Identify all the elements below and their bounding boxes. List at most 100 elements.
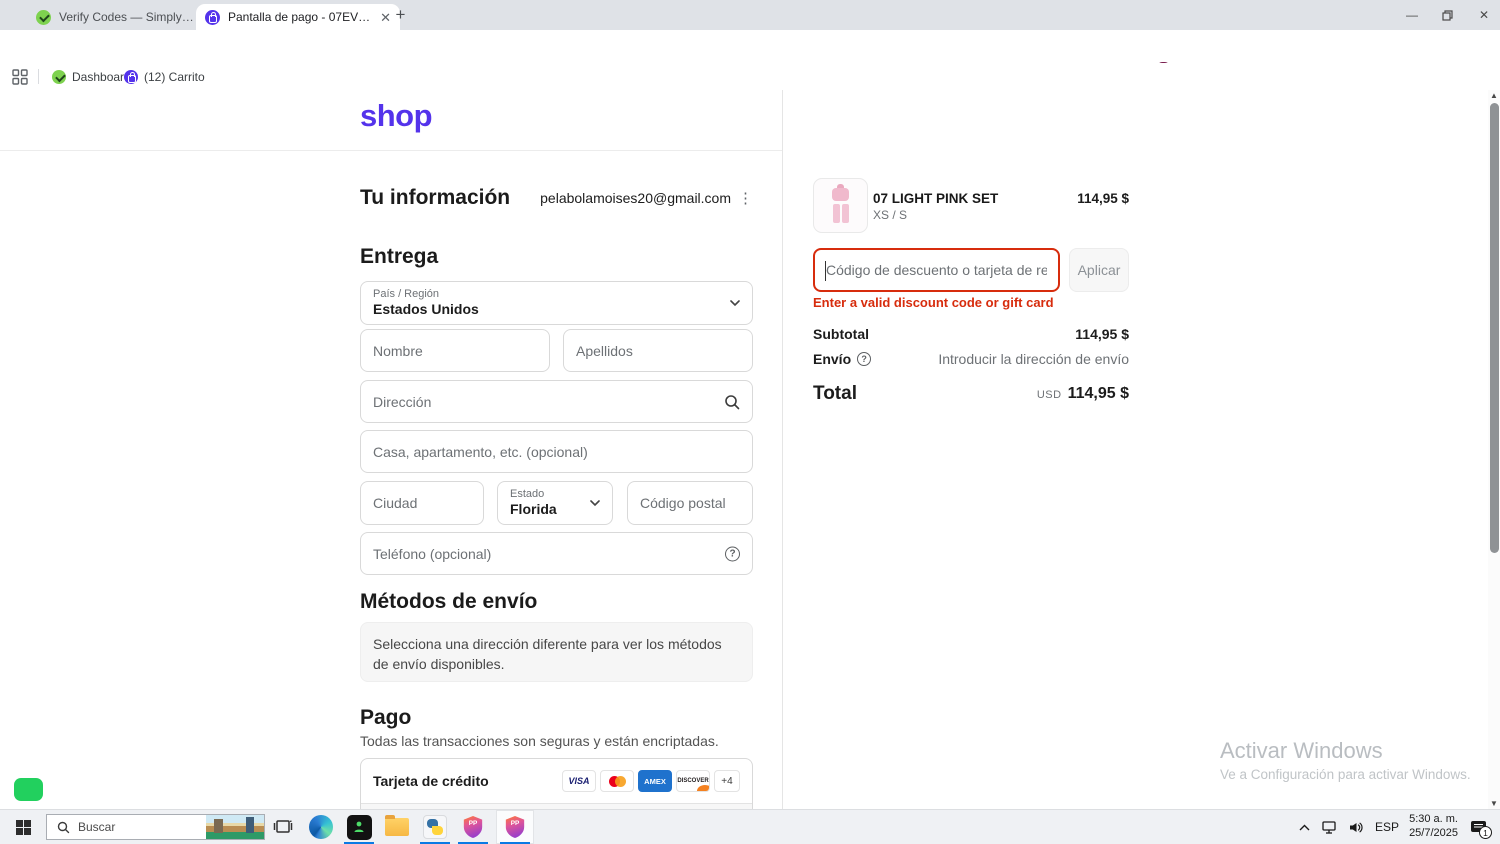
scroll-up-icon[interactable]: ▲ [1490, 92, 1498, 100]
discount-code-field[interactable] [813, 248, 1060, 292]
scrollbar-thumb[interactable] [1489, 103, 1499, 553]
state-value: Florida [510, 501, 557, 517]
shield-app-icon: PP [463, 816, 483, 838]
credit-card-label: Tarjeta de crédito [373, 773, 489, 789]
tray-chevron-icon[interactable] [1294, 817, 1314, 837]
edge-icon [309, 815, 333, 839]
apply-button[interactable]: Aplicar [1069, 248, 1129, 292]
activate-windows-watermark: Activar Windows Ve a Configuración para … [1220, 738, 1471, 782]
language-indicator[interactable]: ESP [1375, 820, 1399, 834]
notification-count: 1 [1479, 826, 1492, 839]
clock[interactable]: 5:30 a. m. 25/7/2025 [1409, 813, 1458, 841]
product-thumbnail[interactable] [813, 178, 868, 233]
dark-app-taskbar-button[interactable] [340, 810, 378, 844]
chevron-down-icon [590, 500, 600, 507]
bookmarks-bar: Dashboard (12) Carrito [0, 63, 1500, 91]
simplycodes-overlay-pill[interactable] [14, 778, 43, 801]
country-label: País / Región [373, 288, 440, 300]
kebab-menu-icon[interactable]: ⋮ [738, 189, 753, 207]
tab-close-icon[interactable]: ✕ [380, 11, 391, 24]
search-icon [725, 394, 740, 409]
taskbar-search[interactable]: Buscar [46, 814, 265, 840]
notification-center-icon[interactable]: 1 [1466, 816, 1492, 839]
scroll-down-icon[interactable]: ▼ [1490, 800, 1498, 808]
bookmark-cart[interactable]: (12) Carrito [124, 67, 205, 86]
discount-code-input[interactable] [815, 250, 1058, 290]
total-currency: USD [1036, 389, 1062, 401]
svg-text:PP: PP [469, 820, 478, 827]
total-row: Total USD 114,95 $ [813, 383, 1129, 405]
zip-field[interactable] [627, 481, 753, 525]
more-cards-badge: +4 [714, 770, 740, 792]
watermark-title: Activar Windows [1220, 738, 1383, 763]
tab-simplycodes[interactable]: Verify Codes — SimplyCodes [28, 5, 210, 29]
country-select[interactable]: País / Región Estados Unidos [360, 281, 753, 325]
shield-app-button-1[interactable]: PP [454, 810, 492, 844]
task-view-button[interactable] [264, 810, 302, 844]
total-label: Total [813, 383, 857, 404]
shield-app-icon: PP [505, 816, 525, 838]
address-input[interactable] [361, 381, 752, 422]
bookmark-label: Dashboard [72, 69, 131, 84]
phone-field[interactable]: ? [360, 532, 753, 575]
file-explorer-icon [385, 815, 409, 836]
shipping-notice: Selecciona una dirección diferente para … [360, 622, 753, 682]
svg-text:PP: PP [511, 820, 520, 827]
first-name-field[interactable] [360, 329, 550, 372]
browser-tab-bar: Verify Codes — SimplyCodes Pantalla de p… [0, 0, 1500, 30]
file-explorer-button[interactable] [378, 810, 416, 844]
state-select[interactable]: Estado Florida [497, 481, 613, 525]
new-tab-button[interactable]: + [392, 6, 409, 24]
simplycodes-favicon-icon [36, 9, 51, 25]
panel-divider [782, 90, 783, 810]
payment-title: Pago [360, 706, 412, 729]
address-field[interactable] [360, 380, 753, 423]
visa-icon: VISA [562, 770, 596, 792]
shipping-value: Introducir la dirección de envío [938, 351, 1129, 367]
discover-icon: DISCOVER [676, 770, 710, 792]
start-button[interactable] [0, 810, 46, 844]
phone-input[interactable] [361, 533, 752, 574]
last-name-field[interactable] [563, 329, 753, 372]
shop-favicon-icon [205, 9, 220, 25]
dark-app-icon [346, 814, 372, 840]
last-name-input[interactable] [564, 330, 752, 371]
window-restore-button[interactable] [1430, 0, 1464, 30]
your-info-title: Tu información [360, 186, 511, 209]
state-label: Estado [510, 488, 545, 500]
subtotal-value: 114,95 $ [1075, 326, 1129, 342]
search-highlight-image[interactable] [206, 815, 264, 839]
network-icon[interactable] [1320, 817, 1340, 837]
city-input[interactable] [361, 482, 483, 524]
zip-input[interactable] [628, 482, 752, 524]
bookmarks-divider [38, 69, 39, 84]
watermark-subtitle: Ve a Configuración para activar Windows. [1220, 767, 1471, 782]
tray-time: 5:30 a. m. [1409, 813, 1458, 826]
subtotal-row: Subtotal 114,95 $ [813, 326, 1129, 342]
bookmark-dashboard[interactable]: Dashboard [52, 67, 131, 86]
shipping-help-icon[interactable]: ? [857, 352, 872, 366]
first-name-input[interactable] [361, 330, 549, 371]
amex-icon: AMEX [638, 770, 672, 792]
shop-logo[interactable]: shop [360, 98, 433, 134]
python-app-button[interactable] [416, 810, 454, 844]
page-scrollbar[interactable]: ▲ ▼ [1488, 90, 1500, 810]
chevron-down-icon [730, 300, 740, 307]
system-tray: ESP 5:30 a. m. 25/7/2025 1 [1291, 810, 1500, 844]
volume-icon[interactable] [1346, 817, 1366, 837]
tab-checkout[interactable]: Pantalla de pago - 07EVEN.USA ✕ [196, 4, 400, 30]
tab-title: Verify Codes — SimplyCodes [59, 10, 202, 24]
apps-grid-icon[interactable] [12, 67, 28, 86]
edge-taskbar-button[interactable] [302, 810, 340, 844]
window-close-button[interactable]: ✕ [1467, 0, 1500, 30]
apartment-input[interactable] [361, 431, 752, 472]
help-icon[interactable]: ? [725, 546, 740, 561]
window-minimize-button[interactable]: — [1395, 0, 1429, 30]
credit-card-option[interactable]: Tarjeta de crédito VISA AMEX DISCOVER +4 [360, 758, 753, 810]
apartment-field[interactable] [360, 430, 753, 473]
total-value: 114,95 $ [1067, 385, 1129, 402]
city-field[interactable] [360, 481, 484, 525]
shield-app-button-2[interactable]: PP [496, 810, 534, 844]
python-icon [423, 815, 447, 839]
browser-toolbar: shop.app/checkout/78006616375/cn/hWN0eJ3… [0, 30, 1500, 92]
